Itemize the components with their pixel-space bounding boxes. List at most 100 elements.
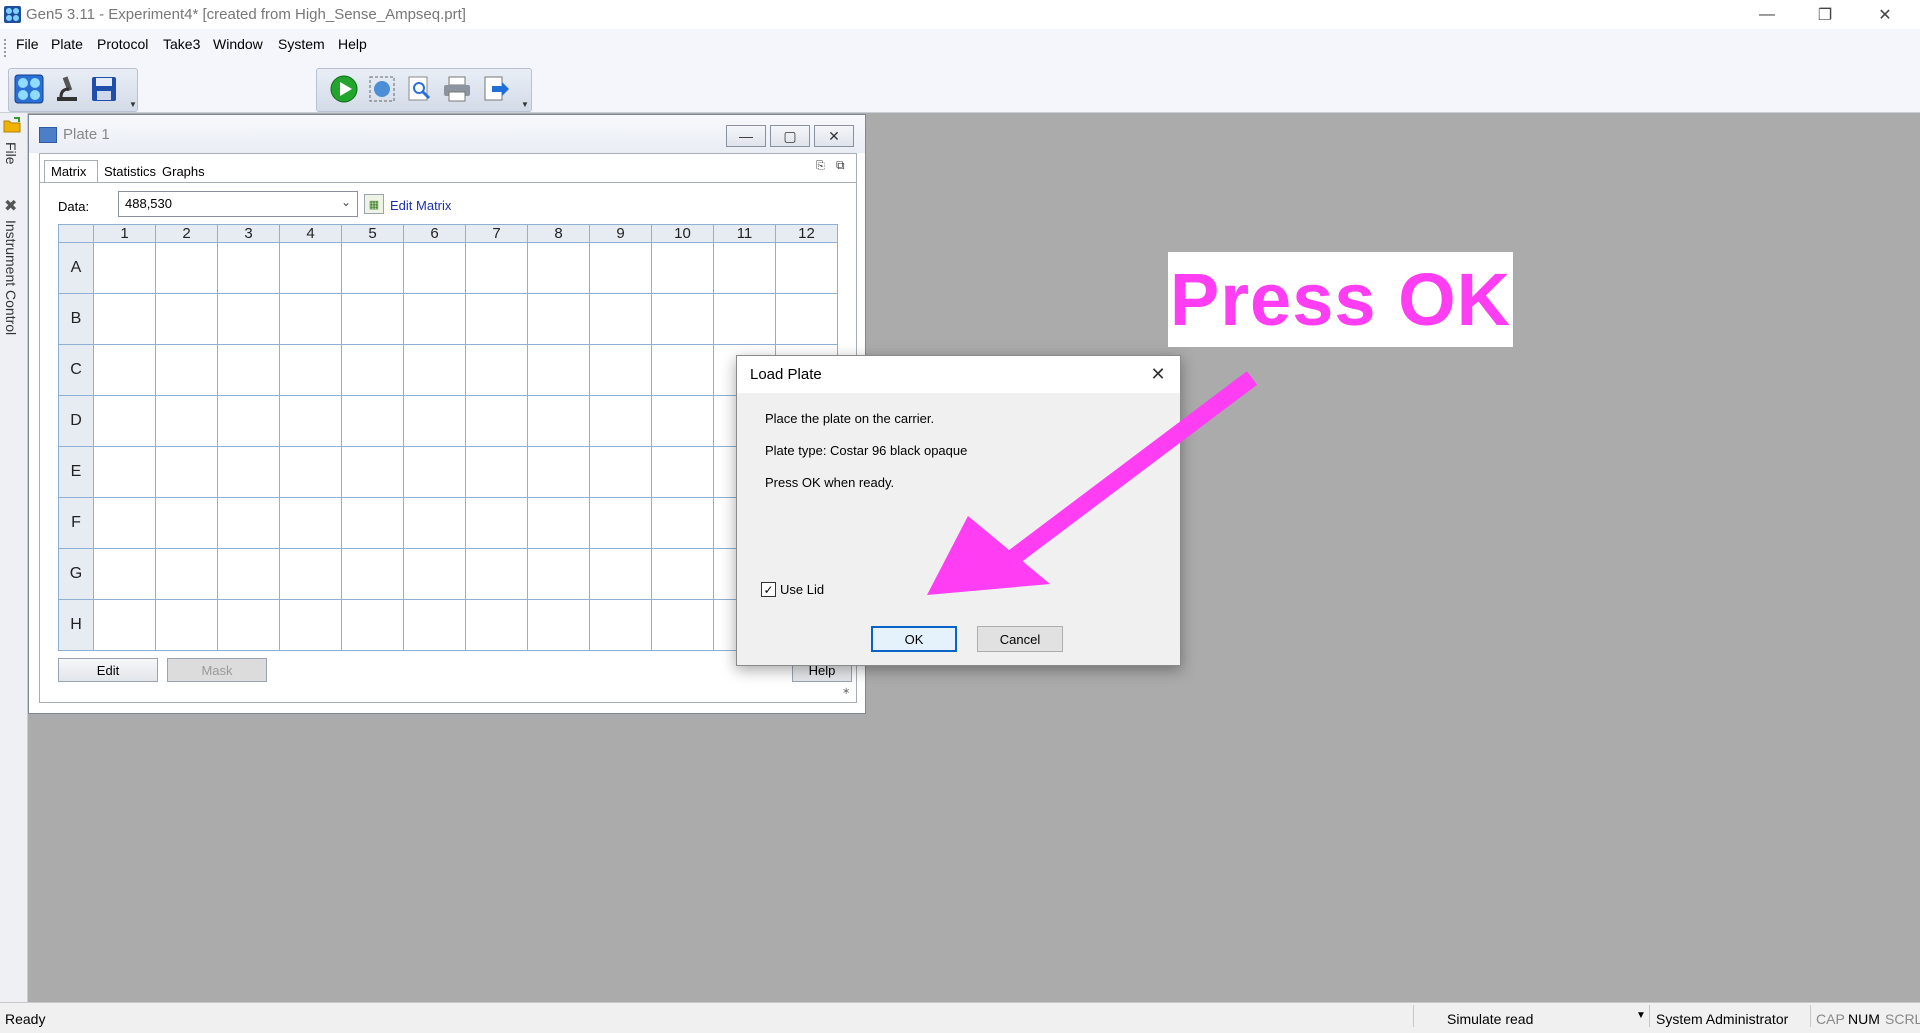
toolbar-overflow-icon[interactable]: ▼ [129,100,137,109]
well-cell[interactable] [155,548,218,600]
column-header[interactable]: 7 [465,224,528,243]
well-cell[interactable] [589,395,652,447]
menu-system[interactable]: System [278,36,325,52]
well-cell[interactable] [465,395,528,447]
well-cell[interactable] [155,497,218,549]
well-cell[interactable] [217,599,280,651]
well-cell[interactable] [589,446,652,498]
well-cell[interactable] [93,242,156,294]
column-header[interactable]: 4 [279,224,342,243]
well-cell[interactable] [279,242,342,294]
dock-tab-instrument-control[interactable]: Instrument Control [3,220,19,335]
column-header[interactable]: 12 [775,224,838,243]
well-cell[interactable] [651,242,714,294]
well-cell[interactable] [217,446,280,498]
well-cell[interactable] [527,497,590,549]
edit-matrix-link[interactable]: Edit Matrix [390,198,451,213]
status-simulate-read[interactable]: Simulate read [1447,1011,1533,1027]
well-cell[interactable] [93,599,156,651]
row-header[interactable]: C [58,344,94,396]
toolbar-overflow-icon-2[interactable]: ▼ [521,100,529,109]
use-lid-checkbox[interactable]: ✓ [761,582,776,597]
menu-window[interactable]: Window [213,36,263,52]
well-cell[interactable] [155,395,218,447]
well-cell[interactable] [651,344,714,396]
well-cell[interactable] [651,497,714,549]
column-header[interactable]: 10 [651,224,714,243]
restore-window-button[interactable]: ❐ [1796,0,1854,29]
well-cell[interactable] [93,548,156,600]
well-cell[interactable] [589,242,652,294]
well-cell[interactable] [527,599,590,651]
column-header[interactable]: 2 [155,224,218,243]
well-cell[interactable] [465,242,528,294]
column-header[interactable]: 9 [589,224,652,243]
menu-take3[interactable]: Take3 [163,36,200,52]
read-plate-button[interactable] [328,73,360,105]
well-cell[interactable] [155,293,218,345]
well-cell[interactable] [589,344,652,396]
minimize-window-button[interactable]: — [1738,0,1796,29]
well-cell[interactable] [217,344,280,396]
column-header[interactable]: 8 [527,224,590,243]
well-cell[interactable] [589,599,652,651]
well-cell[interactable] [651,548,714,600]
well-cell[interactable] [341,497,404,549]
well-cell[interactable] [589,497,652,549]
row-header[interactable]: E [58,446,94,498]
export-button[interactable] [480,73,512,105]
well-cell[interactable] [651,599,714,651]
well-cell[interactable] [465,293,528,345]
well-cell[interactable] [465,344,528,396]
menu-file[interactable]: File [16,36,39,52]
instrument-button[interactable] [51,73,83,105]
well-cell[interactable] [527,344,590,396]
well-cell[interactable] [713,242,776,294]
well-cell[interactable] [217,293,280,345]
well-cell[interactable] [341,599,404,651]
row-header[interactable]: H [58,599,94,651]
use-lid-label[interactable]: Use Lid [780,582,824,597]
row-header[interactable]: D [58,395,94,447]
well-cell[interactable] [589,548,652,600]
column-header[interactable]: 3 [217,224,280,243]
menu-protocol[interactable]: Protocol [97,36,148,52]
column-header[interactable]: 6 [403,224,466,243]
well-cell[interactable] [155,446,218,498]
well-cell[interactable] [403,293,466,345]
well-cell[interactable] [93,497,156,549]
well-cell[interactable] [155,344,218,396]
column-header[interactable]: 1 [93,224,156,243]
well-cell[interactable] [93,293,156,345]
data-select[interactable]: 488,530 ⌄ [118,191,358,217]
well-cell[interactable] [403,497,466,549]
column-header[interactable]: 5 [341,224,404,243]
cancel-button[interactable]: Cancel [977,626,1063,652]
well-cell[interactable] [713,293,776,345]
well-cell[interactable] [341,293,404,345]
well-cell[interactable] [465,599,528,651]
well-cell[interactable] [775,242,838,294]
plate-maximize-button[interactable]: ▢ [770,125,810,147]
well-cell[interactable] [651,446,714,498]
print-preview-button[interactable] [404,73,436,105]
row-header[interactable]: F [58,497,94,549]
spreadsheet-icon[interactable]: ▦ [364,194,384,214]
tab-matrix[interactable]: Matrix [44,160,98,182]
well-cell[interactable] [279,548,342,600]
well-cell[interactable] [341,446,404,498]
well-cell[interactable] [403,599,466,651]
well-cell[interactable] [527,293,590,345]
well-cell[interactable] [465,446,528,498]
well-cell[interactable] [341,344,404,396]
well-cell[interactable] [279,446,342,498]
well-cell[interactable] [527,446,590,498]
well-cell[interactable] [217,395,280,447]
pin-icon[interactable]: ⎘ [816,160,825,173]
well-cell[interactable] [403,548,466,600]
well-cell[interactable] [341,548,404,600]
tab-graphs[interactable]: Graphs [156,160,211,182]
chevron-down-icon[interactable]: ▼ [1636,1010,1646,1021]
well-cell[interactable] [279,344,342,396]
well-cell[interactable] [279,497,342,549]
